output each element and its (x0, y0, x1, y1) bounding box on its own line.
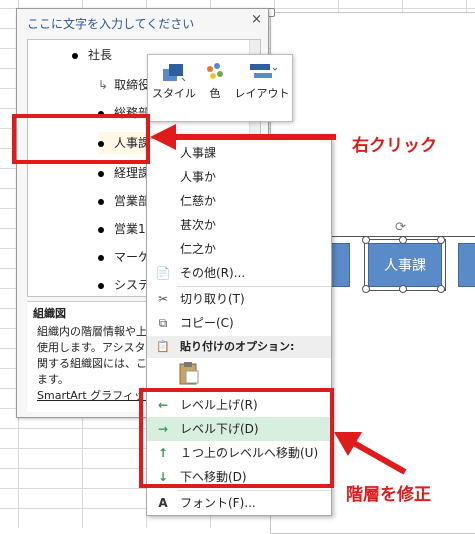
bullet-icon (98, 170, 104, 177)
font-icon: A (158, 496, 168, 510)
copy-icon: ⧉ (158, 316, 168, 330)
menu-item-label: その他(R)... (180, 266, 246, 280)
selection-handle[interactable] (437, 285, 445, 293)
selection-handle[interactable] (362, 236, 370, 244)
menu-item-suggestion[interactable]: 仁慈か (147, 189, 331, 213)
paste-options-header: 📋 貼り付けのオプション: (147, 336, 331, 358)
paste-icon: 📋 (156, 340, 170, 353)
sub-arrow-icon: ↳ (98, 78, 109, 92)
menu-item-label: 甚次か (180, 218, 217, 232)
menu-item-suggestion[interactable]: 甚次か (147, 213, 331, 237)
list-item[interactable]: 営業部 (98, 190, 150, 212)
selection-handle[interactable] (399, 285, 407, 293)
bullet-icon (98, 254, 104, 261)
bullet-icon (98, 226, 104, 233)
smartart-box-selected-label: 人事課 (384, 258, 426, 274)
description-title: 組織図 (33, 307, 66, 320)
bullet-icon (98, 198, 104, 205)
menu-item-cut[interactable]: ✂ 切り取り(T) (147, 287, 331, 311)
spelling-icon: 📄 (155, 266, 171, 280)
smartart-box-right[interactable] (458, 243, 475, 287)
scissors-icon: ✂ (157, 292, 169, 306)
list-item[interactable]: 社長 (72, 44, 112, 66)
selection-handle[interactable] (399, 236, 407, 244)
list-item-label: 経理課 (114, 166, 151, 180)
paste-header-label: 貼り付けのオプション: (180, 340, 295, 353)
arrow-up-left-annotation-icon (334, 432, 407, 475)
list-item[interactable]: 経理課 (98, 162, 150, 184)
mini-toolbar: スタイル 色 レイアウト (147, 54, 293, 122)
smartart-box-selected[interactable]: 人事課 (364, 239, 446, 291)
menu-item-label: 仁慈か (180, 194, 217, 208)
menu-item-label: 人事か (180, 170, 217, 184)
annotation-fix-level: 階層を修正 (346, 485, 431, 505)
list-item-label: 営業部 (114, 194, 151, 208)
annotation-right-click: 右クリック (352, 136, 437, 156)
menu-item-label: コピー(C) (180, 316, 234, 330)
style-button[interactable]: スタイル (152, 59, 196, 101)
layout-button[interactable]: レイアウト (234, 59, 290, 101)
color-button[interactable]: 色 (198, 59, 232, 101)
bullet-icon (72, 52, 78, 59)
layout-label: レイアウト (234, 87, 290, 100)
arrow-left-annotation-icon (150, 124, 336, 150)
selection-handle[interactable] (362, 285, 370, 293)
menu-item-label: 仁之か (180, 242, 217, 256)
style-label: スタイル (152, 87, 196, 100)
menu-item-label: フォント(F)... (180, 496, 256, 510)
close-icon[interactable]: × (251, 12, 262, 27)
color-label: 色 (209, 87, 221, 100)
menu-item-suggestion[interactable]: 仁之か (147, 237, 331, 261)
menu-item-copy[interactable]: ⧉ コピー(C) (147, 311, 331, 335)
color-icon (198, 59, 232, 85)
selection-handle[interactable] (437, 236, 445, 244)
highlight-box-level-commands (139, 388, 334, 488)
style-icon (152, 59, 196, 85)
menu-item-font[interactable]: A フォント(F)... (147, 491, 331, 515)
menu-item-more[interactable]: 📄 その他(R)... (147, 261, 331, 285)
highlight-box-selected-item (12, 114, 150, 164)
layout-icon (234, 59, 290, 85)
bullet-icon (98, 282, 104, 289)
rotate-handle-icon[interactable]: ⟳ (395, 221, 407, 234)
paste-keep-formatting-icon[interactable] (177, 360, 203, 386)
menu-item-label: 切り取り(T) (180, 292, 245, 306)
list-item-label: 社長 (88, 48, 113, 62)
text-pane-title: ここに文字を入力してください (27, 17, 195, 31)
menu-item-suggestion[interactable]: 人事か (147, 165, 331, 189)
